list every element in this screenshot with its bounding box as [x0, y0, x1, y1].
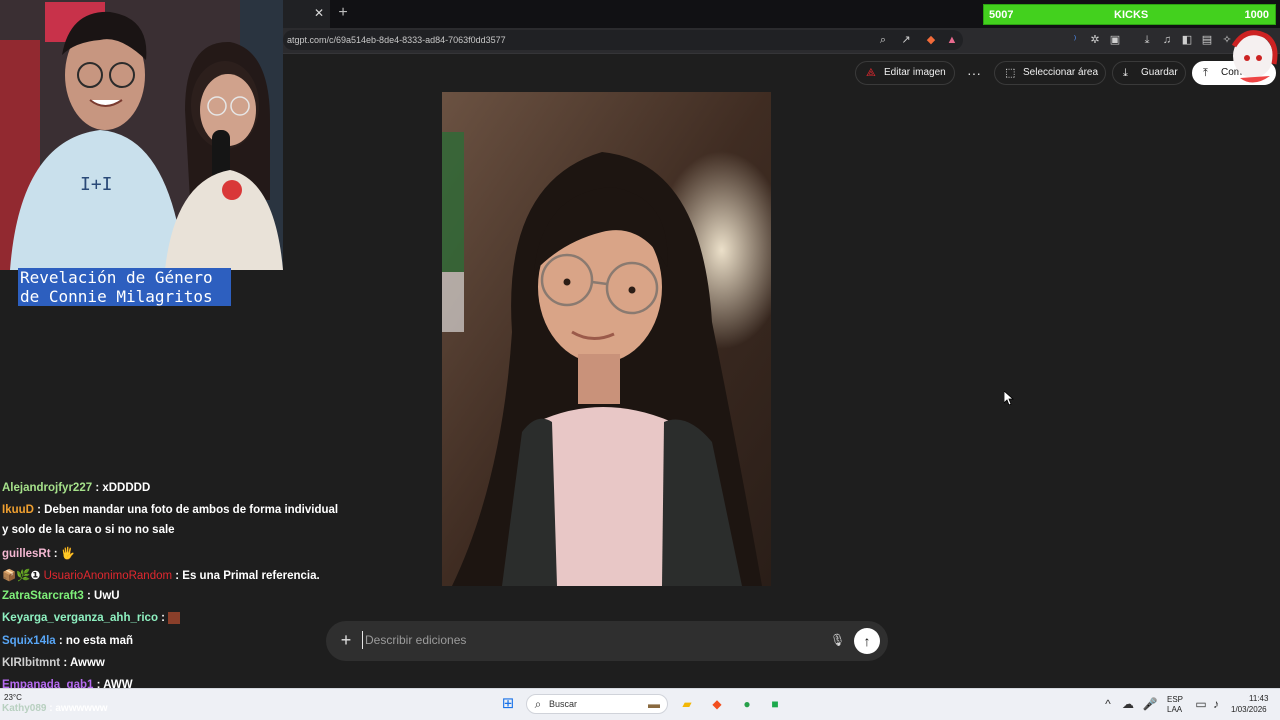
- extensions-icon[interactable]: ✲: [1088, 33, 1102, 47]
- chat-text: y solo de la cara o si no no sale: [2, 524, 175, 536]
- sidebar-icon[interactable]: ◧: [1180, 33, 1194, 47]
- keyboard-layout[interactable]: LAA: [1167, 705, 1182, 714]
- mouse-cursor-icon: [1004, 391, 1014, 405]
- rewards-icon[interactable]: ▲: [945, 33, 959, 47]
- chat-text: : no esta mañ: [58, 635, 134, 647]
- download-icon[interactable]: ⤓: [1140, 33, 1154, 47]
- acrobat-icon: ⟁: [866, 67, 876, 79]
- chat-text: : Awww: [63, 657, 105, 669]
- chat-username: guillesRt: [2, 548, 51, 560]
- stream-app-icon[interactable]: ■: [767, 696, 783, 712]
- chat-username: Keyarga_verganza_ahh_rico: [2, 612, 158, 625]
- search-icon: ⌕: [534, 697, 542, 711]
- microphone-icon[interactable]: 🎙: [830, 632, 845, 648]
- audio-icon[interactable]: ⁾: [1068, 33, 1082, 47]
- screenshot-icon[interactable]: ▣: [1108, 33, 1122, 47]
- media-icon[interactable]: ♫: [1160, 33, 1174, 47]
- screen: ✕ + 5007 KICKS 1000 atgpt.com/c/69a514eb…: [0, 0, 1280, 720]
- streamer-webcam: I+I: [0, 0, 283, 270]
- chat-username: IkuuD: [2, 504, 34, 516]
- mic-tray-icon[interactable]: 🎤: [1142, 696, 1158, 712]
- chat-text: :: [161, 612, 166, 625]
- chat-username: ZatraStarcraft3: [2, 590, 84, 602]
- save-label: Guardar: [1141, 67, 1178, 78]
- kicks-current: 5007: [989, 9, 1014, 21]
- chat-text: : Es una Primal referencia.: [175, 570, 320, 582]
- emote-icon: [168, 612, 181, 624]
- upload-icon: ⤒: [1203, 67, 1208, 79]
- wallet-icon[interactable]: ▤: [1200, 33, 1214, 47]
- mascot-sticker-icon: [1231, 30, 1278, 83]
- url-text[interactable]: atgpt.com/c/69a514eb-8de4-8333-ad84-7063…: [287, 35, 506, 45]
- download-icon: ⤓: [1123, 67, 1128, 79]
- chat-message: Squix14la : no esta mañ: [2, 635, 133, 647]
- news-widget-icon[interactable]: ▬: [640, 696, 668, 712]
- chat-message: guillesRt : 🖐: [2, 546, 75, 560]
- chat-message: IkuuD : Deben mandar una foto de ambos d…: [2, 504, 338, 516]
- stream-title-caption: Revelación de Género de Connie Milagrito…: [18, 268, 231, 306]
- display-icon[interactable]: ▭: [1193, 696, 1209, 712]
- windows-start-icon[interactable]: ⊞: [500, 696, 516, 712]
- brave-browser-icon[interactable]: ◆: [709, 696, 725, 712]
- taskbar-search-label: Buscar: [549, 699, 578, 709]
- chat-message: 📦🌿❶ UsuarioAnonimoRandom : Es una Primal…: [2, 568, 320, 582]
- volume-icon[interactable]: ♪: [1208, 696, 1224, 712]
- more-options-icon[interactable]: ···: [964, 64, 984, 82]
- chat-username: Squix14la: [2, 635, 56, 647]
- caption-line-2: de Connie Milagritos: [20, 287, 213, 306]
- new-tab-icon[interactable]: +: [336, 5, 350, 21]
- chat-text: : awwwwww: [49, 703, 108, 714]
- caption-line-1: Revelación de Género: [20, 268, 213, 287]
- kicks-label: KICKS: [1114, 9, 1149, 21]
- chat-message: Kathy089 : awwwwww: [2, 703, 108, 714]
- kicks-progress-widget: 5007 KICKS 1000: [983, 4, 1276, 25]
- chat-message: Keyarga_verganza_ahh_rico :: [2, 612, 181, 625]
- edit-prompt-input[interactable]: [362, 631, 822, 649]
- language-code[interactable]: ESP: [1167, 695, 1183, 704]
- chat-username: Alejandrojfyr227: [2, 482, 93, 494]
- svg-text:I+I: I+I: [80, 174, 113, 195]
- chat-text: : xDDDDD: [95, 482, 151, 494]
- chat-text: : 🖐: [53, 548, 76, 560]
- zoom-icon[interactable]: ⌕: [876, 33, 890, 47]
- chat-message-continuation: y solo de la cara o si no no sale: [2, 524, 175, 536]
- chat-username: UsuarioAnonimoRandom: [43, 570, 173, 582]
- chat-message: Alejandrojfyr227 : xDDDDD: [2, 482, 150, 494]
- clock-time[interactable]: 11:43: [1249, 694, 1268, 703]
- chat-text: : UwU: [87, 590, 120, 602]
- add-attachment-icon[interactable]: +: [337, 631, 355, 649]
- edit-image-label: Editar imagen: [884, 67, 946, 78]
- chat-message: KIRIbitmnt : Awww: [2, 657, 105, 669]
- select-area-button[interactable]: ⬚ Seleccionar área: [994, 61, 1106, 85]
- share-page-icon[interactable]: ↗: [899, 33, 913, 47]
- send-button[interactable]: ↑: [854, 628, 880, 654]
- brave-shield-icon[interactable]: ◆: [924, 33, 938, 47]
- network-icon[interactable]: ☁: [1120, 696, 1136, 712]
- tray-chevron-icon[interactable]: ^: [1100, 696, 1116, 712]
- select-area-label: Seleccionar área: [1023, 67, 1099, 78]
- chat-message: ZatraStarcraft3 : UwU: [2, 590, 120, 602]
- tab-close-icon[interactable]: ✕: [312, 6, 326, 20]
- chat-text: : Deben mandar una foto de ambos de form…: [37, 504, 339, 516]
- chat-badges: 📦🌿❶: [2, 570, 41, 582]
- chat-username: Kathy089: [2, 703, 47, 714]
- kicks-goal: 1000: [1244, 9, 1269, 21]
- weather-widget[interactable]: 23°C: [4, 693, 22, 702]
- save-button[interactable]: ⤓ Guardar: [1112, 61, 1186, 85]
- file-explorer-icon[interactable]: ▰: [679, 696, 695, 712]
- chat-username: KIRIbitmnt: [2, 657, 61, 669]
- app-icon[interactable]: ●: [739, 696, 755, 712]
- select-area-icon: ⬚: [1005, 67, 1016, 79]
- generated-portrait-image[interactable]: [442, 92, 771, 586]
- weather-temp: 23°C: [4, 693, 22, 702]
- clock-date[interactable]: 1/03/2026: [1231, 705, 1267, 714]
- edit-image-button[interactable]: ⟁ Editar imagen: [855, 61, 955, 85]
